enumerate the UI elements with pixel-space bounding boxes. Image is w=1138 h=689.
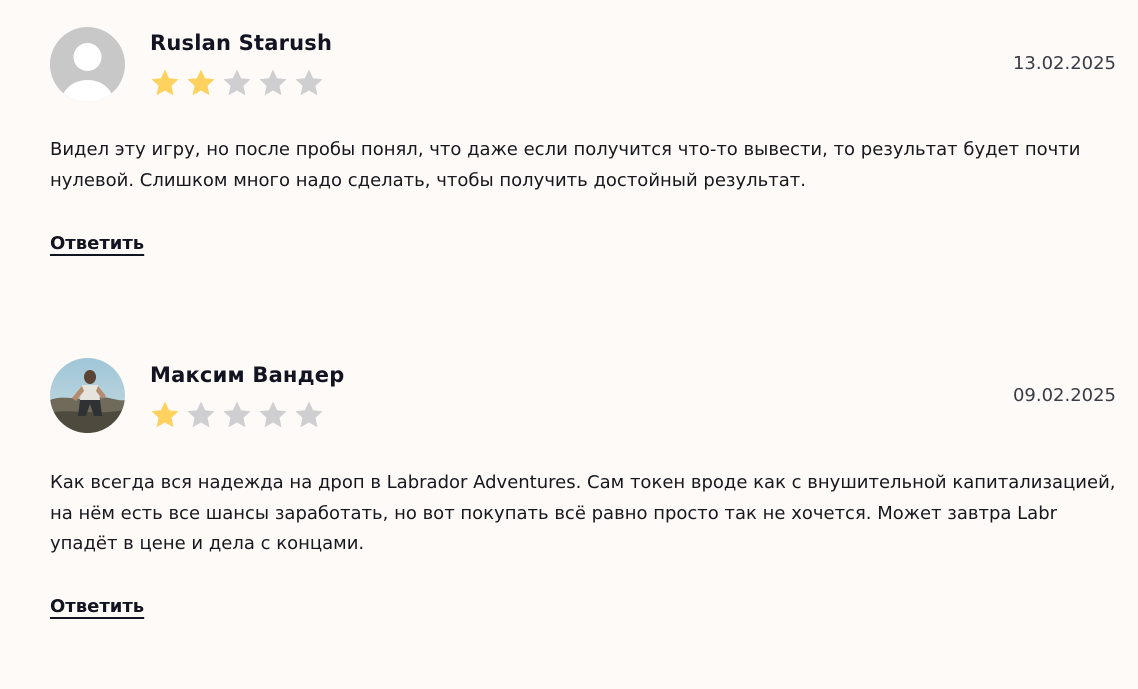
rating-stars — [149, 67, 325, 99]
review-date: 13.02.2025 — [1012, 53, 1116, 74]
default-avatar-icon — [50, 27, 125, 102]
star-empty-icon — [187, 401, 215, 428]
avatar — [50, 27, 125, 102]
review-author: Ruslan Starush — [150, 31, 333, 55]
star-empty-icon — [295, 69, 323, 96]
star-filled-icon — [151, 69, 179, 96]
star-empty-icon — [259, 401, 287, 428]
review-card: Ruslan Starush 13.02.2025 Видел эту игру… — [0, 0, 1138, 333]
review-text: Как всегда вся надежда на дроп в Labrado… — [50, 472, 1116, 554]
star-filled-icon — [187, 69, 215, 96]
review-card: Максим Вандер 09.02.2025 Как всегда вся … — [0, 333, 1138, 689]
avatar — [50, 358, 125, 433]
reply-link[interactable]: Ответить — [50, 233, 144, 254]
star-empty-icon — [223, 69, 251, 96]
reply-link[interactable]: Ответить — [50, 596, 144, 617]
review-date: 09.02.2025 — [1012, 385, 1116, 406]
review-author: Максим Вандер — [150, 363, 345, 387]
star-empty-icon — [223, 401, 251, 428]
user-photo-icon — [50, 358, 125, 433]
review-text: Видел эту игру, но после пробы понял, чт… — [50, 139, 1081, 191]
star-filled-icon — [151, 401, 179, 428]
star-empty-icon — [259, 69, 287, 96]
star-empty-icon — [295, 401, 323, 428]
rating-stars — [149, 399, 325, 431]
